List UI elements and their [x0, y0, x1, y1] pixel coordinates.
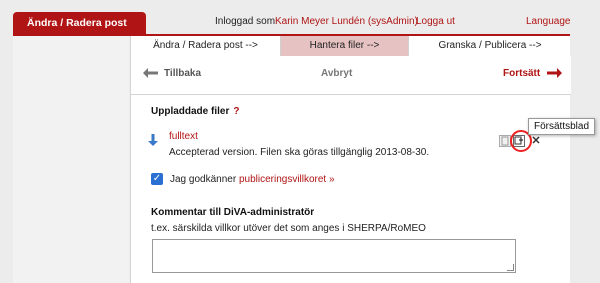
user-name-link[interactable]: Karin Meyer Lundén (sysAdmin) — [275, 16, 418, 27]
step-edit-delete[interactable]: Ändra / Radera post --> — [131, 36, 281, 56]
main-panel: Ändra / Radera post --> Hantera filer --… — [130, 36, 596, 283]
accept-terms-label: Jag godkänner publiceringsvillkoret » — [170, 174, 335, 185]
language-link[interactable]: Language — [526, 16, 571, 27]
step-review-publish[interactable]: Granska / Publicera --> — [408, 36, 571, 56]
uploaded-files-title: Uppladdade filer — [151, 106, 230, 117]
uploaded-files-heading: Uppladdade filer? — [151, 106, 239, 117]
file-description: Accepterad version. Filen ska göras till… — [169, 147, 430, 158]
file-link[interactable]: fulltext — [169, 131, 198, 142]
accept-terms-checkbox[interactable]: ✓ — [151, 173, 163, 185]
logout-link[interactable]: Logga ut — [416, 16, 455, 27]
step-manage-files[interactable]: Hantera filer --> — [281, 36, 408, 56]
navigation-bar: Tillbaka Avbryt Fortsätt — [131, 56, 571, 95]
comment-textarea[interactable] — [152, 239, 516, 273]
continue-button[interactable]: Fortsätt — [503, 68, 540, 79]
arrow-right-icon[interactable] — [546, 68, 562, 81]
workflow-steps: Ändra / Radera post --> Hantera filer --… — [131, 36, 571, 57]
arrow-left-icon[interactable] — [143, 68, 159, 81]
comment-heading: Kommentar till DiVA-administratör — [151, 207, 315, 218]
tab-edit-delete-post[interactable]: Ändra / Radera post — [13, 12, 146, 34]
resize-handle-icon[interactable] — [507, 264, 514, 271]
back-button[interactable]: Tillbaka — [164, 68, 201, 79]
sidebar — [13, 36, 129, 283]
logged-in-label: Inloggad som — [215, 16, 276, 27]
cancel-button[interactable]: Avbryt — [321, 68, 352, 79]
comment-help-text: t.ex. särskilda villkor utöver det som a… — [151, 223, 426, 234]
arrow-down-icon — [148, 134, 158, 149]
accept-terms-text: Jag godkänner — [170, 174, 237, 185]
cover-sheet-tooltip: Försättsblad — [528, 118, 596, 135]
publishing-terms-link[interactable]: publiceringsvillkoret » — [239, 174, 335, 185]
help-icon[interactable]: ? — [233, 106, 239, 117]
